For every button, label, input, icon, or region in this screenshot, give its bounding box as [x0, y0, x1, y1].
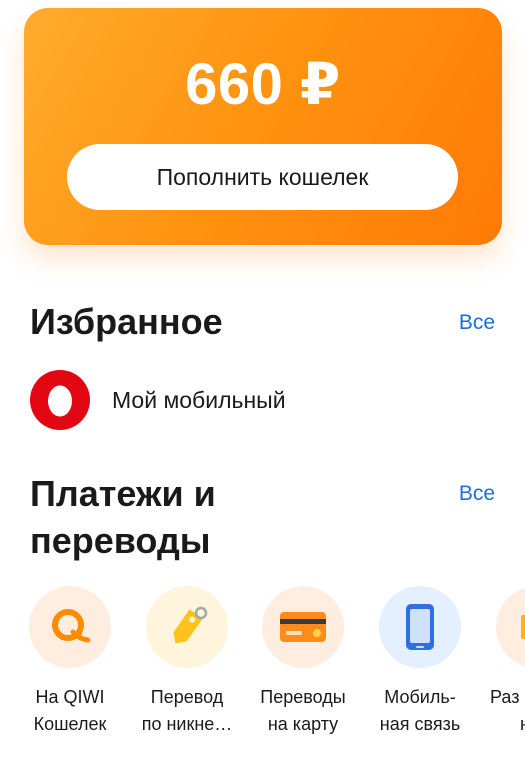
service-label: Мобиль- ная связь [379, 687, 461, 734]
service-label: Переводы на карту [260, 687, 346, 734]
service-qiwi-wallet[interactable]: На QIWI Кошелек [13, 586, 127, 738]
balance-card: 660 ₽ Пополнить кошелек [24, 8, 502, 245]
price-tag-icon [146, 586, 228, 668]
service-card-transfer[interactable]: Переводы на карту [246, 586, 360, 738]
favorites-see-all-link[interactable]: Все [459, 311, 495, 335]
service-mobile-connection[interactable]: Мобиль- ная связь [363, 586, 477, 738]
service-label: На QIWI Кошелек [33, 687, 107, 734]
service-partial[interactable]: Раз н [480, 586, 525, 738]
smartphone-icon [379, 586, 461, 668]
bank-card-icon [262, 586, 344, 668]
payments-title-line2: переводы [30, 520, 211, 561]
service-label: Раз н [490, 687, 525, 734]
favorite-item-label: Мой мобильный [112, 386, 286, 413]
mts-egg-icon [30, 370, 90, 430]
service-label: Перевод по никне… [141, 687, 233, 734]
favorite-item-my-mobile[interactable]: Мой мобильный [30, 370, 286, 430]
qiwi-icon [29, 586, 111, 668]
balance-amount: 660 ₽ [185, 52, 341, 117]
favorites-title: Избранное [30, 301, 223, 342]
partial-icon [496, 586, 525, 668]
topup-wallet-button[interactable]: Пополнить кошелек [67, 144, 458, 210]
service-transfer-by-nickname[interactable]: Перевод по никне… [130, 586, 244, 738]
payments-see-all-link[interactable]: Все [459, 482, 495, 506]
payments-title-line1: Платежи и [30, 473, 216, 514]
payments-title: Платежи и переводы [30, 470, 216, 564]
